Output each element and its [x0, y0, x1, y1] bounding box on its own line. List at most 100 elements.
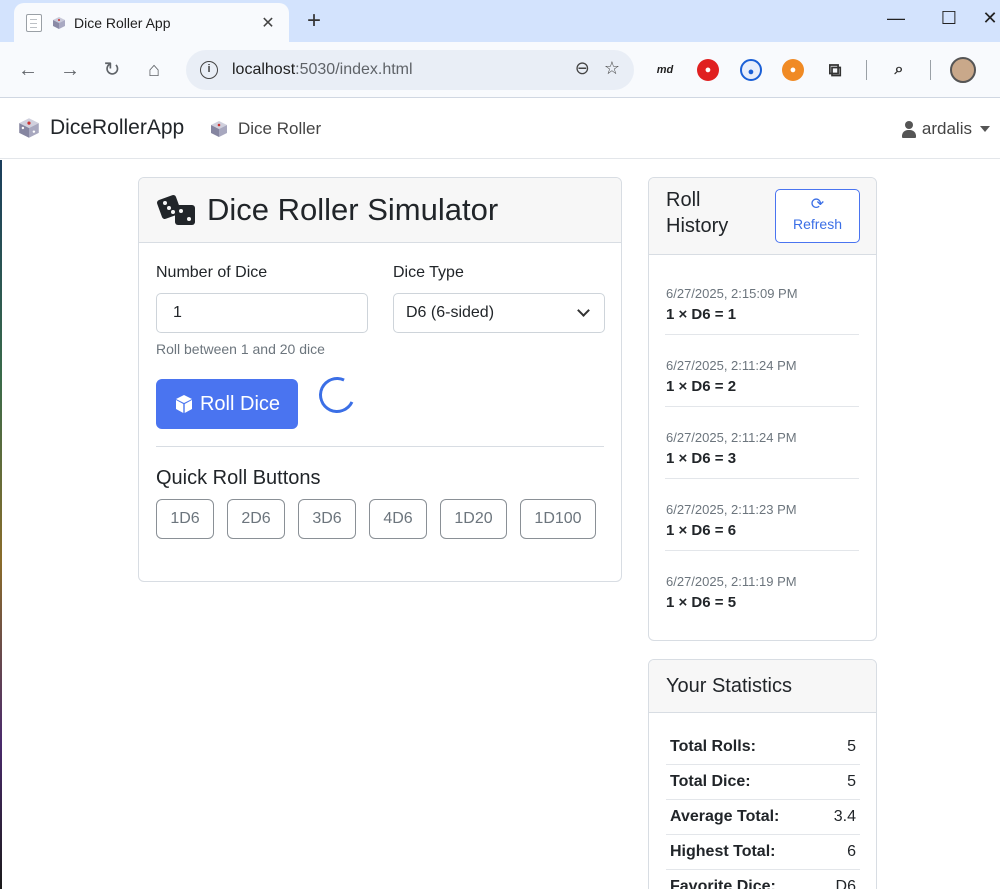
- minimize-icon[interactable]: —: [881, 8, 911, 29]
- maximize-icon[interactable]: ☐: [934, 8, 964, 29]
- stat-label: Total Dice:: [670, 773, 751, 790]
- history-item: 6/27/2025, 2:11:24 PM 1 × D6 = 2: [665, 335, 859, 407]
- brand-link[interactable]: DiceRollerApp: [18, 116, 184, 140]
- refresh-label: Refresh: [792, 216, 843, 232]
- history-result: 1 × D6 = 5: [666, 594, 737, 611]
- stat-label: Favorite Dice:: [670, 878, 776, 889]
- quick-roll-4d6-button[interactable]: 4D6: [369, 499, 427, 539]
- page-icon: [26, 13, 42, 32]
- history-item: 6/27/2025, 2:11:23 PM 1 × D6 = 6: [665, 479, 859, 551]
- url-path: :5030/index.html: [295, 61, 413, 78]
- stat-label: Total Rolls:: [670, 738, 756, 755]
- chevron-down-icon: [577, 304, 590, 317]
- stat-row: Highest Total: 6: [666, 835, 860, 870]
- dice-brand-icon: [19, 118, 39, 138]
- history-title: Roll History: [666, 189, 729, 237]
- stat-value: 3.4: [833, 808, 856, 825]
- chevron-down-icon: [980, 126, 990, 132]
- history-time: 6/27/2025, 2:15:09 PM: [666, 286, 798, 301]
- home-icon[interactable]: ⌂: [140, 56, 168, 84]
- roll-history-card: Roll History ⟳ Refresh 6/27/2025, 2:15:0…: [648, 177, 877, 641]
- tab-close-icon[interactable]: ✕: [259, 13, 277, 33]
- stat-row: Total Rolls: 5: [666, 730, 860, 765]
- stat-label: Highest Total:: [670, 843, 776, 860]
- back-icon[interactable]: ←: [14, 56, 42, 84]
- markdown-extension-icon[interactable]: md: [654, 59, 676, 81]
- stats-title: Your Statistics: [666, 674, 792, 697]
- security-extension-icon[interactable]: ●: [740, 59, 762, 81]
- orange-extension-icon[interactable]: ●: [782, 59, 804, 81]
- history-time: 6/27/2025, 2:11:19 PM: [666, 574, 797, 589]
- stat-value: 5: [847, 773, 856, 790]
- address-bar[interactable]: i localhost:5030/index.html ⊖ ☆: [186, 50, 634, 90]
- stat-label: Average Total:: [670, 808, 780, 825]
- toolbar-separator: [930, 60, 931, 80]
- history-time: 6/27/2025, 2:11:23 PM: [666, 502, 797, 517]
- nav-link-label: Dice Roller: [238, 119, 322, 138]
- site-info-icon[interactable]: i: [200, 61, 218, 79]
- history-item: 6/27/2025, 2:11:24 PM 1 × D6 = 3: [665, 407, 859, 479]
- stat-value: 5: [847, 738, 856, 755]
- dice-type-value: D6 (6-sided): [406, 304, 495, 321]
- forward-icon[interactable]: →: [56, 56, 84, 84]
- browser-tab[interactable]: Dice Roller App ✕: [14, 3, 289, 42]
- history-result: 1 × D6 = 2: [666, 378, 737, 395]
- dice-nav-icon: [211, 121, 227, 137]
- user-name: ardalis: [921, 119, 972, 138]
- divider: [156, 446, 604, 447]
- close-window-icon[interactable]: ✕: [980, 8, 1000, 29]
- history-card-header: Roll History ⟳ Refresh: [649, 178, 876, 255]
- history-item: 6/27/2025, 2:15:09 PM 1 × D6 = 1: [665, 263, 859, 335]
- browser-tabstrip: Dice Roller App ✕ + — ☐ ✕: [0, 0, 1000, 42]
- toolbar-separator: [866, 60, 867, 80]
- dice-roller-card: Dice Roller Simulator Number of Dice 1 R…: [138, 177, 622, 582]
- tab-search-icon[interactable]: ⌕: [888, 59, 910, 81]
- stat-row: Favorite Dice: D6: [666, 870, 860, 889]
- ublock-extension-icon[interactable]: ●: [697, 59, 719, 81]
- stat-value: 6: [847, 843, 856, 860]
- number-of-dice-input[interactable]: 1: [156, 293, 368, 333]
- quick-roll-1d100-button[interactable]: 1D100: [520, 499, 596, 539]
- statistics-card: Your Statistics Total Rolls: 5 Total Dic…: [648, 659, 877, 889]
- new-tab-button[interactable]: +: [302, 7, 326, 35]
- url-host: localhost: [232, 61, 296, 78]
- bookmark-star-icon[interactable]: ☆: [604, 58, 620, 79]
- dice-count-hint: Roll between 1 and 20 dice: [156, 341, 325, 357]
- quick-roll-2d6-button[interactable]: 2D6: [227, 499, 285, 539]
- roll-dice-label: Roll Dice: [199, 392, 281, 415]
- quick-roll-3d6-button[interactable]: 3D6: [298, 499, 356, 539]
- roll-dice-button[interactable]: Roll Dice: [156, 379, 298, 429]
- stat-row: Average Total: 3.4: [666, 800, 860, 835]
- stats-card-header: Your Statistics: [649, 660, 876, 713]
- roller-card-header: Dice Roller Simulator: [139, 178, 621, 243]
- quick-roll-1d6-button[interactable]: 1D6: [156, 499, 214, 539]
- window-edge: [0, 160, 2, 889]
- stat-value: D6: [835, 878, 856, 889]
- extensions-puzzle-icon[interactable]: ⧉: [824, 59, 846, 81]
- nav-dice-roller-link[interactable]: Dice Roller: [210, 119, 321, 139]
- refresh-button[interactable]: ⟳ Refresh: [775, 189, 860, 243]
- profile-avatar[interactable]: [950, 57, 976, 83]
- history-item: 6/27/2025, 2:11:19 PM 1 × D6 = 5: [665, 551, 859, 623]
- brand-name: DiceRollerApp: [50, 116, 185, 139]
- loading-spinner-icon: [313, 371, 361, 419]
- dice-favicon-icon: [53, 16, 65, 29]
- history-result: 1 × D6 = 3: [666, 450, 737, 467]
- refresh-icon: ⟳: [810, 196, 825, 213]
- stat-row: Total Dice: 5: [666, 765, 860, 800]
- dice-type-select[interactable]: D6 (6-sided): [393, 293, 605, 333]
- history-result: 1 × D6 = 1: [666, 306, 737, 323]
- number-of-dice-label: Number of Dice: [156, 264, 268, 281]
- quick-roll-1d20-button[interactable]: 1D20: [440, 499, 507, 539]
- reload-icon[interactable]: ↻: [98, 56, 126, 84]
- user-icon: [901, 120, 916, 138]
- zoom-icon[interactable]: ⊖: [575, 58, 590, 79]
- tab-title: Dice Roller App: [74, 14, 171, 31]
- user-menu[interactable]: ardalis: [901, 119, 990, 139]
- page-title: Dice Roller Simulator: [207, 192, 499, 227]
- history-time: 6/27/2025, 2:11:24 PM: [666, 430, 797, 445]
- dice-icon: [157, 195, 195, 225]
- dice-type-label: Dice Type: [393, 264, 464, 281]
- quick-roll-title: Quick Roll Buttons: [156, 467, 321, 489]
- history-result: 1 × D6 = 6: [666, 522, 737, 539]
